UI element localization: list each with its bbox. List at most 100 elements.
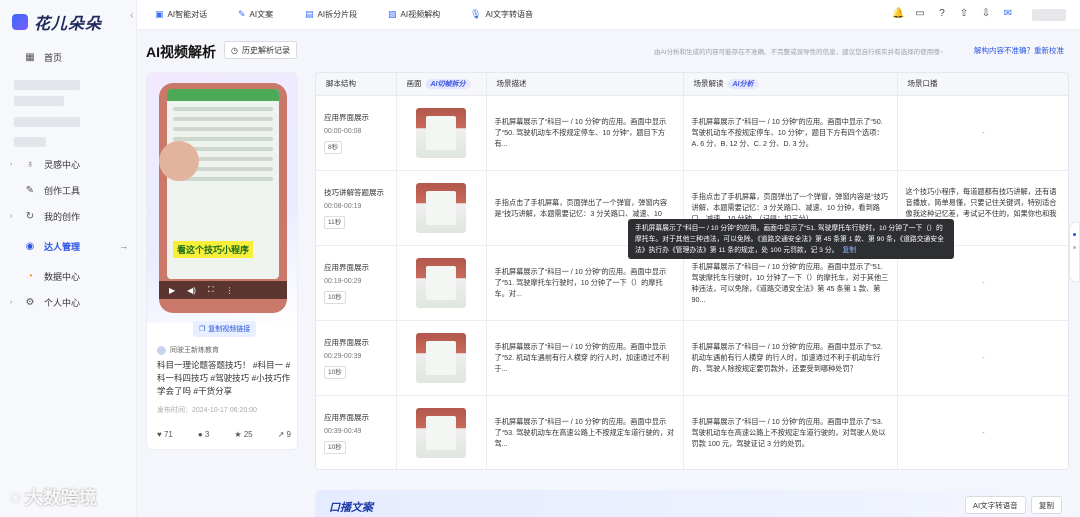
sidebar-item-label: 个人中心 — [44, 297, 81, 308]
voice-text: - — [982, 128, 985, 137]
fullscreen-icon[interactable]: ⛶ — [208, 285, 214, 295]
sidebar-item-my-creations[interactable]: › ↻ 我的创作 — [10, 206, 128, 226]
analysis-cell[interactable]: 手机屏幕展示了“科目一 / 10 分钟”的应用。画面中显示了“50. 驾驶机动车… — [683, 95, 898, 171]
recalibrate-link[interactable]: 解构内容不准确？重新校准 — [974, 45, 1064, 56]
author-name: 同驶王新练教育 — [170, 347, 219, 354]
comment-icon: ● — [197, 430, 203, 439]
frame-thumbnail[interactable] — [416, 182, 466, 233]
tab-ai-chat[interactable]: ▣ AI智能对话 — [155, 9, 207, 20]
tab-ai-split[interactable]: ▤ AI拆分片段 — [305, 9, 357, 20]
scene-time: 00:00-00:08 — [324, 127, 362, 135]
film-icon: ▤ — [305, 9, 314, 19]
tab-label: AI视频解构 — [400, 10, 441, 19]
favorites-stat: ★ 25 — [234, 430, 252, 439]
sidebar-item-label: 达人管理 — [44, 241, 81, 252]
redacted-menu — [14, 96, 64, 106]
comments-count: 3 — [204, 430, 210, 439]
likes-stat: ♥ 71 — [157, 430, 173, 439]
scene-title: 技巧讲解答题展示 — [324, 187, 384, 197]
sidebar-item-influencers[interactable]: ◉ 达人管理 → — [10, 236, 128, 256]
analysis-cell[interactable]: 手机屏幕展示了“科目一 / 10 分钟”的应用。画面中显示了“52. 机动车遇前… — [683, 320, 898, 396]
heart-icon: ♥ — [157, 430, 162, 439]
caret-right-icon: › — [10, 212, 13, 220]
mail-icon[interactable]: ✉ — [1002, 8, 1014, 19]
likes-count: 71 — [163, 430, 173, 439]
sidebar: 花儿朵朵 ‹ ▦ 首页 › ♁ 灵感中心 ✎ 创作工具 › ↻ 我的创作 ◉ 达… — [0, 0, 137, 517]
watermark-logo-icon: ◌ — [10, 486, 21, 507]
tab-ai-copy[interactable]: ✎ AI文案 — [238, 9, 273, 20]
player-controls[interactable]: ▶ ◀) ⛶ ⋮ — [159, 281, 287, 299]
top-icons: 🔔 ▭ ? ⇧ ⇩ ✉ — [892, 8, 1014, 19]
chat-icon: ▣ — [155, 9, 164, 19]
redacted-menu — [14, 80, 80, 90]
arrow-right-icon: → — [119, 241, 128, 251]
scene-cell: 手机屏幕展示了“科目一 / 10 分钟”的应用。画面中显示了“53. 驾驶机动车… — [486, 395, 684, 469]
tab-ai-tts[interactable]: 🎙 AI文字转语音 — [470, 9, 533, 20]
download-icon[interactable]: ⇩ — [980, 8, 992, 19]
tts-button[interactable]: AI文字转语音 — [965, 496, 1026, 514]
top-bar: ▣ AI智能对话 ✎ AI文案 ▤ AI拆分片段 ▧ AI视频解构 🎙 AI文字… — [137, 0, 1080, 30]
comments-stat: ● 3 — [198, 430, 210, 439]
caret-right-icon: › — [10, 298, 13, 306]
video-stats: ♥ 71 ● 3 ★ 25 ↗ 9 — [157, 430, 291, 439]
bell-icon[interactable]: 🔔 — [892, 8, 904, 19]
more-icon[interactable]: ⋮ — [226, 286, 234, 295]
tooltip-copy-button[interactable]: 复制 — [842, 247, 856, 254]
duration-badge: 11秒 — [324, 215, 346, 229]
gift-icon[interactable]: ▭ — [914, 8, 926, 19]
voice-text: - — [982, 353, 985, 362]
column-header-scene: 场景描述 — [486, 73, 684, 96]
voice-script-panel: 口播文案 AI文字转语音 复制 — [315, 490, 1069, 517]
sidebar-item-home[interactable]: ▦ 首页 — [10, 47, 128, 67]
frame-cell — [396, 245, 487, 321]
history-button[interactable]: ◷ 历史解析记录 — [224, 41, 297, 59]
sidebar-item-personal[interactable]: › ⚙ 个人中心 — [10, 292, 128, 312]
table-row: 应用界面展示 00:29-00:39 10秒 手机屏幕展示了“科目一 / 10 分钟”… — [316, 320, 1068, 396]
script-cell: 应用界面展示 00:39-00:49 10秒 — [316, 395, 397, 469]
ai-frame-badge: AI切帧拆分 — [425, 79, 471, 90]
author[interactable]: 同驶王新练教育 — [157, 345, 219, 355]
frame-thumbnail[interactable] — [416, 332, 466, 383]
microphone-icon: 🎙 — [470, 9, 482, 19]
frame-cell — [396, 170, 487, 246]
watermark: ◌ 大数跨境 — [10, 484, 97, 510]
sidebar-item-inspiration[interactable]: › ♁ 灵感中心 — [10, 154, 128, 174]
redacted-menu — [14, 117, 80, 127]
analysis-cell[interactable]: 手机屏幕展示了“科目一 / 10 分钟”的应用。画面中显示了“53. 驾驶机动车… — [683, 395, 898, 469]
column-header-frame: 画面 AI切帧拆分 — [396, 73, 487, 96]
copy-link-label: 复制视频链接 — [208, 326, 251, 333]
tab-ai-video-deconstruct[interactable]: ▧ AI视频解构 — [388, 9, 440, 20]
sidebar-item-data-center[interactable]: ◔ 数据中心 — [10, 266, 128, 286]
voice-text: - — [982, 428, 985, 437]
upload-icon[interactable]: ⇧ — [958, 8, 970, 19]
script-cell: 应用界面展示 00:19-00:29 10秒 — [316, 245, 397, 321]
shares-count: 9 — [286, 430, 291, 439]
analysis-tooltip: 手机屏幕展示了“科目一 / 10 分钟”的应用。画面中显示了“51. 驾驶摩托车… — [628, 219, 954, 259]
ai-disclaimer: 由AI分析和生成的内容可能存在不准确、不完整或误导性的信息，建议您自行核实并有选… — [654, 49, 944, 56]
duration-badge: 8秒 — [324, 140, 343, 154]
help-icon[interactable]: ? — [936, 8, 948, 19]
user-avatar[interactable] — [1032, 9, 1066, 21]
logo-icon — [12, 14, 28, 30]
frame-thumbnail[interactable] — [416, 107, 466, 158]
table-header-row: 脚本结构 画面 AI切帧拆分 场景描述 场景解读 AI分析 场景口播 — [316, 73, 1068, 96]
video-preview[interactable]: 看这个技巧小程序 ▶ ◀) ⛶ ⋮ — [147, 73, 297, 323]
clock-icon: ◷ — [231, 45, 238, 55]
frame-thumbnail[interactable] — [416, 407, 466, 458]
brand-logo[interactable]: 花儿朵朵 — [12, 10, 102, 34]
sidebar-item-creation-tools[interactable]: ✎ 创作工具 — [10, 180, 128, 200]
copy-button[interactable]: 复制 — [1031, 496, 1062, 514]
sidebar-item-label: 首页 — [44, 52, 63, 63]
script-cell: 技巧讲解答题展示 00:08-00:19 11秒 — [316, 170, 397, 246]
play-icon[interactable]: ▶ — [169, 286, 175, 295]
frame-label: 画面 — [406, 79, 422, 89]
volume-icon[interactable]: ◀) — [187, 286, 196, 295]
analysis-label: 场景解读 — [693, 79, 724, 89]
collapse-sidebar-icon[interactable]: ‹ — [130, 10, 133, 21]
copy-video-link-button[interactable]: ❐ 复制视频链接 — [193, 321, 257, 337]
star-icon: ★ — [234, 430, 242, 439]
frame-thumbnail[interactable] — [416, 257, 466, 308]
frame-cell — [396, 395, 487, 469]
page-scroll-indicator[interactable] — [1069, 222, 1080, 282]
copy-icon: ❐ — [199, 326, 206, 333]
